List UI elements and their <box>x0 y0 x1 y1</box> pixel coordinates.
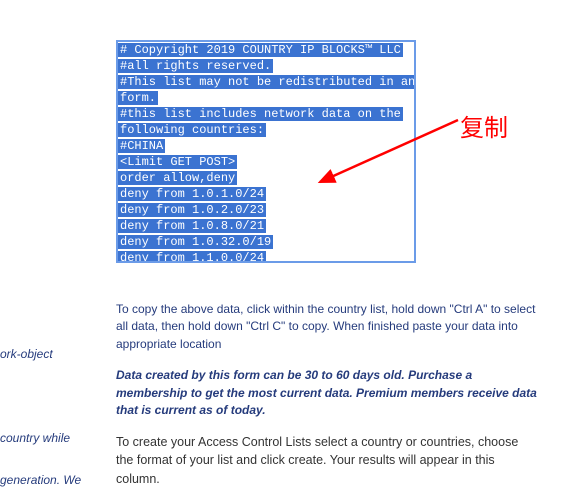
code-line: deny from 1.0.1.0/24 <box>118 186 414 202</box>
left-fragment-1: ork-object <box>0 346 53 363</box>
membership-notice: Data created by this form can be 30 to 6… <box>116 367 546 419</box>
code-line: order allow,deny <box>118 170 414 186</box>
code-line: #This list may not be redistributed in a… <box>118 74 414 90</box>
code-line: form. <box>118 90 414 106</box>
acl-output-textarea[interactable]: # Copyright 2019 COUNTRY IP BLOCKS™ LLC#… <box>116 40 416 263</box>
code-line: following countries: <box>118 122 414 138</box>
left-fragment-3: generation. We <box>0 472 81 489</box>
code-line: #all rights reserved. <box>118 58 414 74</box>
code-line: deny from 1.0.8.0/21 <box>118 218 414 234</box>
code-line: # Copyright 2019 COUNTRY IP BLOCKS™ LLC <box>118 42 414 58</box>
left-cropped-text: ork-object country while generation. We <box>0 0 85 500</box>
left-fragment-2: country while <box>0 430 70 447</box>
code-line: #CHINA <box>118 138 414 154</box>
code-line: deny from 1.0.2.0/23 <box>118 202 414 218</box>
code-line: deny from 1.1.0.0/24 <box>118 250 414 263</box>
code-line: #this list includes network data on the <box>118 106 414 122</box>
annotation-copy-label: 复制 <box>460 108 508 143</box>
code-line: deny from 1.0.32.0/19 <box>118 234 414 250</box>
create-acl-instructions: To create your Access Control Lists sele… <box>116 433 536 487</box>
code-line: <Limit GET POST> <box>118 154 414 170</box>
copy-instructions: To copy the above data, click within the… <box>116 301 536 353</box>
